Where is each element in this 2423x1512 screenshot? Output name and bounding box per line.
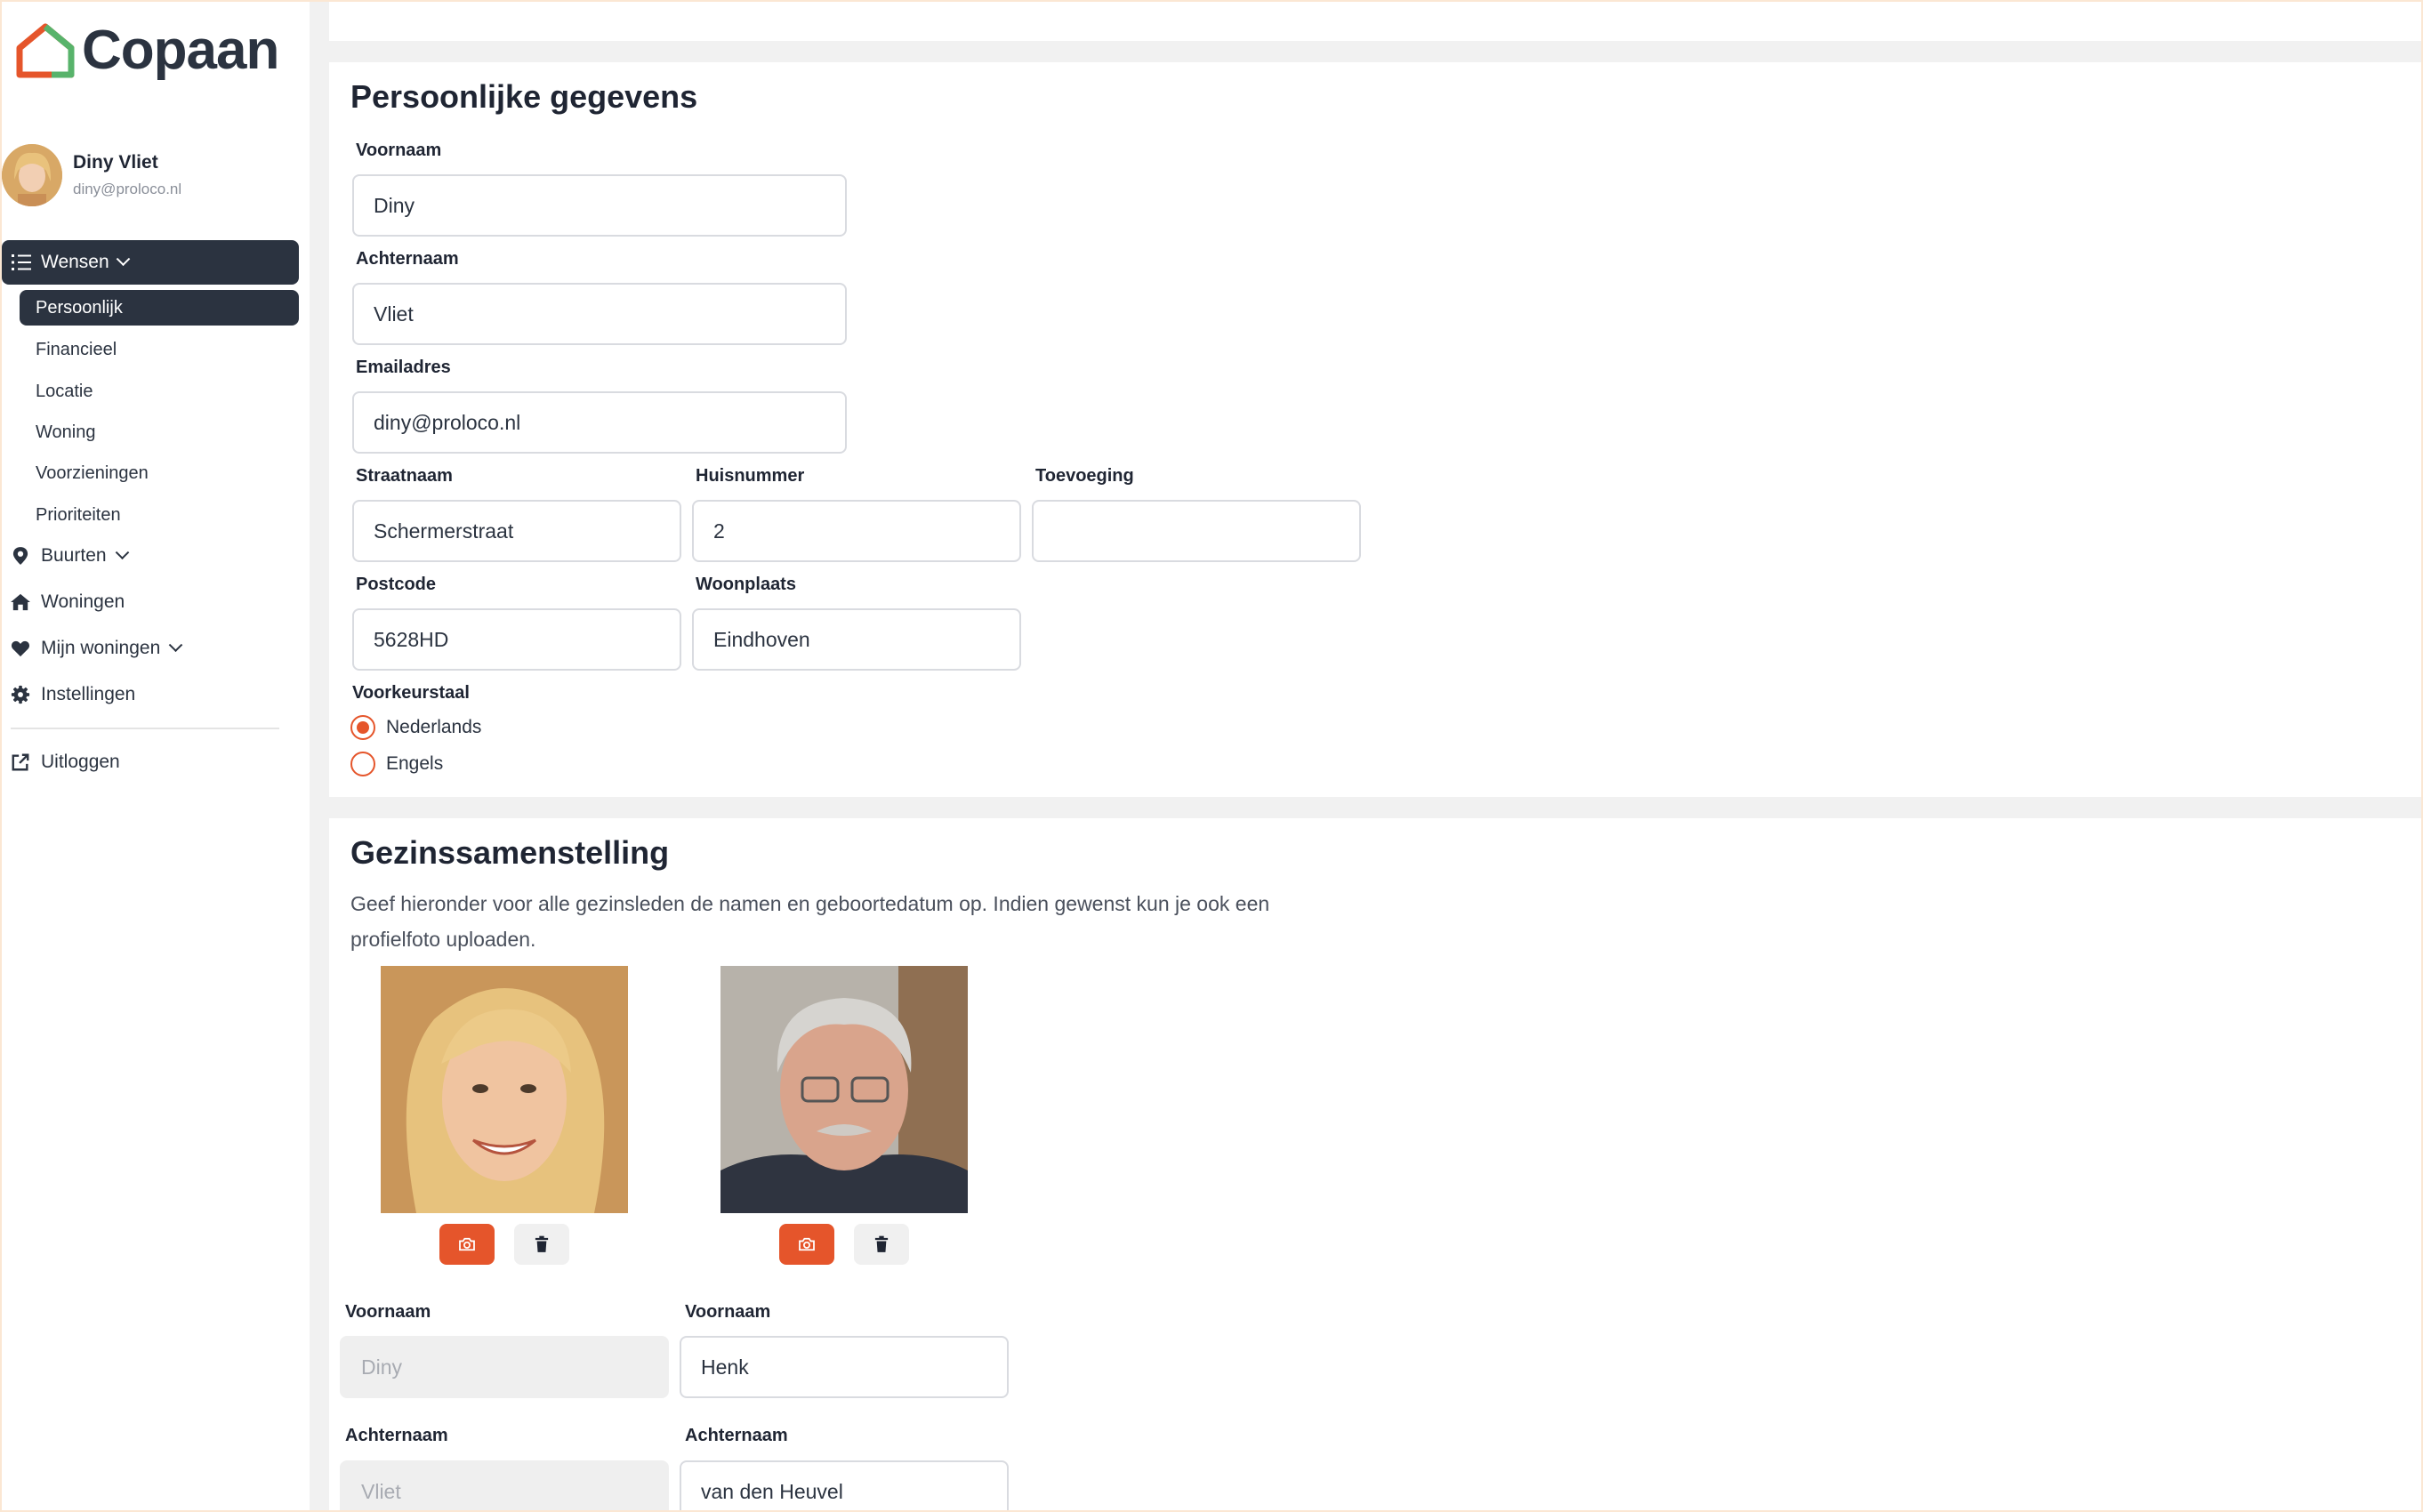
camera-icon xyxy=(799,1237,815,1251)
top-bar xyxy=(329,0,2423,41)
family-intro: Geef hieronder voor alle gezinsleden de … xyxy=(350,892,1270,951)
straatnaam-label: Straatnaam xyxy=(356,466,453,486)
radio-unselected[interactable] xyxy=(350,752,375,776)
member-voornaam-input[interactable] xyxy=(680,1336,1009,1398)
voornaam-input[interactable] xyxy=(352,174,847,237)
member-voornaam-label: Voornaam xyxy=(345,1302,431,1322)
sidebar-item-label: Mijn woningen xyxy=(41,638,161,658)
member-achternaam-input xyxy=(340,1460,669,1512)
camera-icon xyxy=(459,1237,475,1251)
sidebar-item-woning[interactable]: Woning xyxy=(20,414,299,450)
voorkeurstaal-label: Voorkeurstaal xyxy=(352,683,470,703)
external-link-icon xyxy=(9,752,32,773)
email-label: Emailadres xyxy=(356,358,451,377)
logout-link[interactable]: Uitloggen xyxy=(9,744,120,780)
personal-details-card: Persoonlijke gegevens Voornaam Achternaa… xyxy=(329,62,2423,797)
upload-photo-button[interactable] xyxy=(779,1224,834,1265)
logo-text: Copaan xyxy=(82,20,279,81)
upload-photo-button[interactable] xyxy=(439,1224,495,1265)
avatar xyxy=(2,144,62,206)
woonplaats-input[interactable] xyxy=(692,608,1021,671)
chevron-down-icon xyxy=(116,251,130,266)
nav-wensen-label: Wensen xyxy=(41,252,109,272)
family-card: Gezinssamenstelling Geef hieronder voor … xyxy=(329,818,2423,1512)
nav-wensen[interactable]: Wensen xyxy=(2,240,299,285)
sidebar-item-persoonlijk[interactable]: Persoonlijk xyxy=(20,290,299,326)
chevron-down-icon xyxy=(168,637,183,652)
straatnaam-input[interactable] xyxy=(352,500,681,562)
home-icon xyxy=(9,591,32,613)
sidebar-item-label: Woningen xyxy=(41,591,125,612)
radio-selected[interactable] xyxy=(350,715,375,740)
postcode-label: Postcode xyxy=(356,575,437,594)
sidebar-item-instellingen[interactable]: Instellingen xyxy=(9,677,135,712)
family-title: Gezinssamenstelling xyxy=(350,834,670,871)
user-name: Diny Vliet xyxy=(73,152,158,173)
delete-photo-button[interactable] xyxy=(514,1224,569,1265)
achternaam-label: Achternaam xyxy=(356,249,459,269)
huisnummer-label: Huisnummer xyxy=(696,466,805,486)
sidebar: Copaan Diny Vliet diny@proloco.nl Wensen… xyxy=(0,0,310,1512)
voornaam-label: Voornaam xyxy=(356,141,442,160)
user-email: diny@proloco.nl xyxy=(73,181,182,197)
sidebar-item-woningen[interactable]: Woningen xyxy=(9,584,125,620)
sidebar-item-label: Buurten xyxy=(41,545,107,566)
sidebar-item-label: Instellingen xyxy=(41,684,136,704)
sidebar-item-locatie[interactable]: Locatie xyxy=(20,374,299,409)
copaan-logo[interactable]: Copaan xyxy=(16,20,279,81)
list-icon xyxy=(12,254,31,270)
sidebar-item-voorzieningen[interactable]: Voorzieningen xyxy=(20,455,299,491)
sidebar-item-buurten[interactable]: Buurten xyxy=(9,538,129,574)
postcode-input[interactable] xyxy=(352,608,681,671)
member-photo-diny xyxy=(381,966,628,1213)
delete-photo-button[interactable] xyxy=(854,1224,909,1265)
radio-label: Nederlands xyxy=(386,717,482,737)
personal-details-title: Persoonlijke gegevens xyxy=(350,78,698,115)
sidebar-divider xyxy=(11,728,279,729)
language-option-engels[interactable]: Engels xyxy=(350,752,443,776)
email-field[interactable] xyxy=(352,391,847,454)
woonplaats-label: Woonplaats xyxy=(696,575,796,594)
language-option-nederlands[interactable]: Nederlands xyxy=(350,715,481,740)
heart-icon xyxy=(9,638,32,659)
sidebar-item-prioriteiten[interactable]: Prioriteiten xyxy=(20,497,299,533)
toevoeging-label: Toevoeging xyxy=(1035,466,1134,486)
map-pin-icon xyxy=(9,545,32,567)
member-achternaam-label: Achternaam xyxy=(345,1426,448,1445)
member-photo-henk xyxy=(720,966,968,1213)
house-logo-icon xyxy=(16,23,75,78)
sidebar-item-mijn-woningen[interactable]: Mijn woningen xyxy=(9,631,183,666)
member-voornaam-input xyxy=(340,1336,669,1398)
user-profile[interactable]: Diny Vliet diny@proloco.nl xyxy=(2,144,181,206)
sidebar-item-financieel[interactable]: Financieel xyxy=(20,332,299,367)
trash-icon xyxy=(874,1235,889,1252)
toevoeging-input[interactable] xyxy=(1032,500,1361,562)
chevron-down-icon xyxy=(115,544,129,559)
trash-icon xyxy=(535,1235,549,1252)
radio-label: Engels xyxy=(386,753,444,774)
huisnummer-input[interactable] xyxy=(692,500,1021,562)
achternaam-input[interactable] xyxy=(352,283,847,345)
member-voornaam-label: Voornaam xyxy=(685,1302,771,1322)
member-achternaam-input[interactable] xyxy=(680,1460,1009,1512)
gear-icon xyxy=(9,684,32,705)
logout-label: Uitloggen xyxy=(41,752,120,772)
member-achternaam-label: Achternaam xyxy=(685,1426,788,1445)
